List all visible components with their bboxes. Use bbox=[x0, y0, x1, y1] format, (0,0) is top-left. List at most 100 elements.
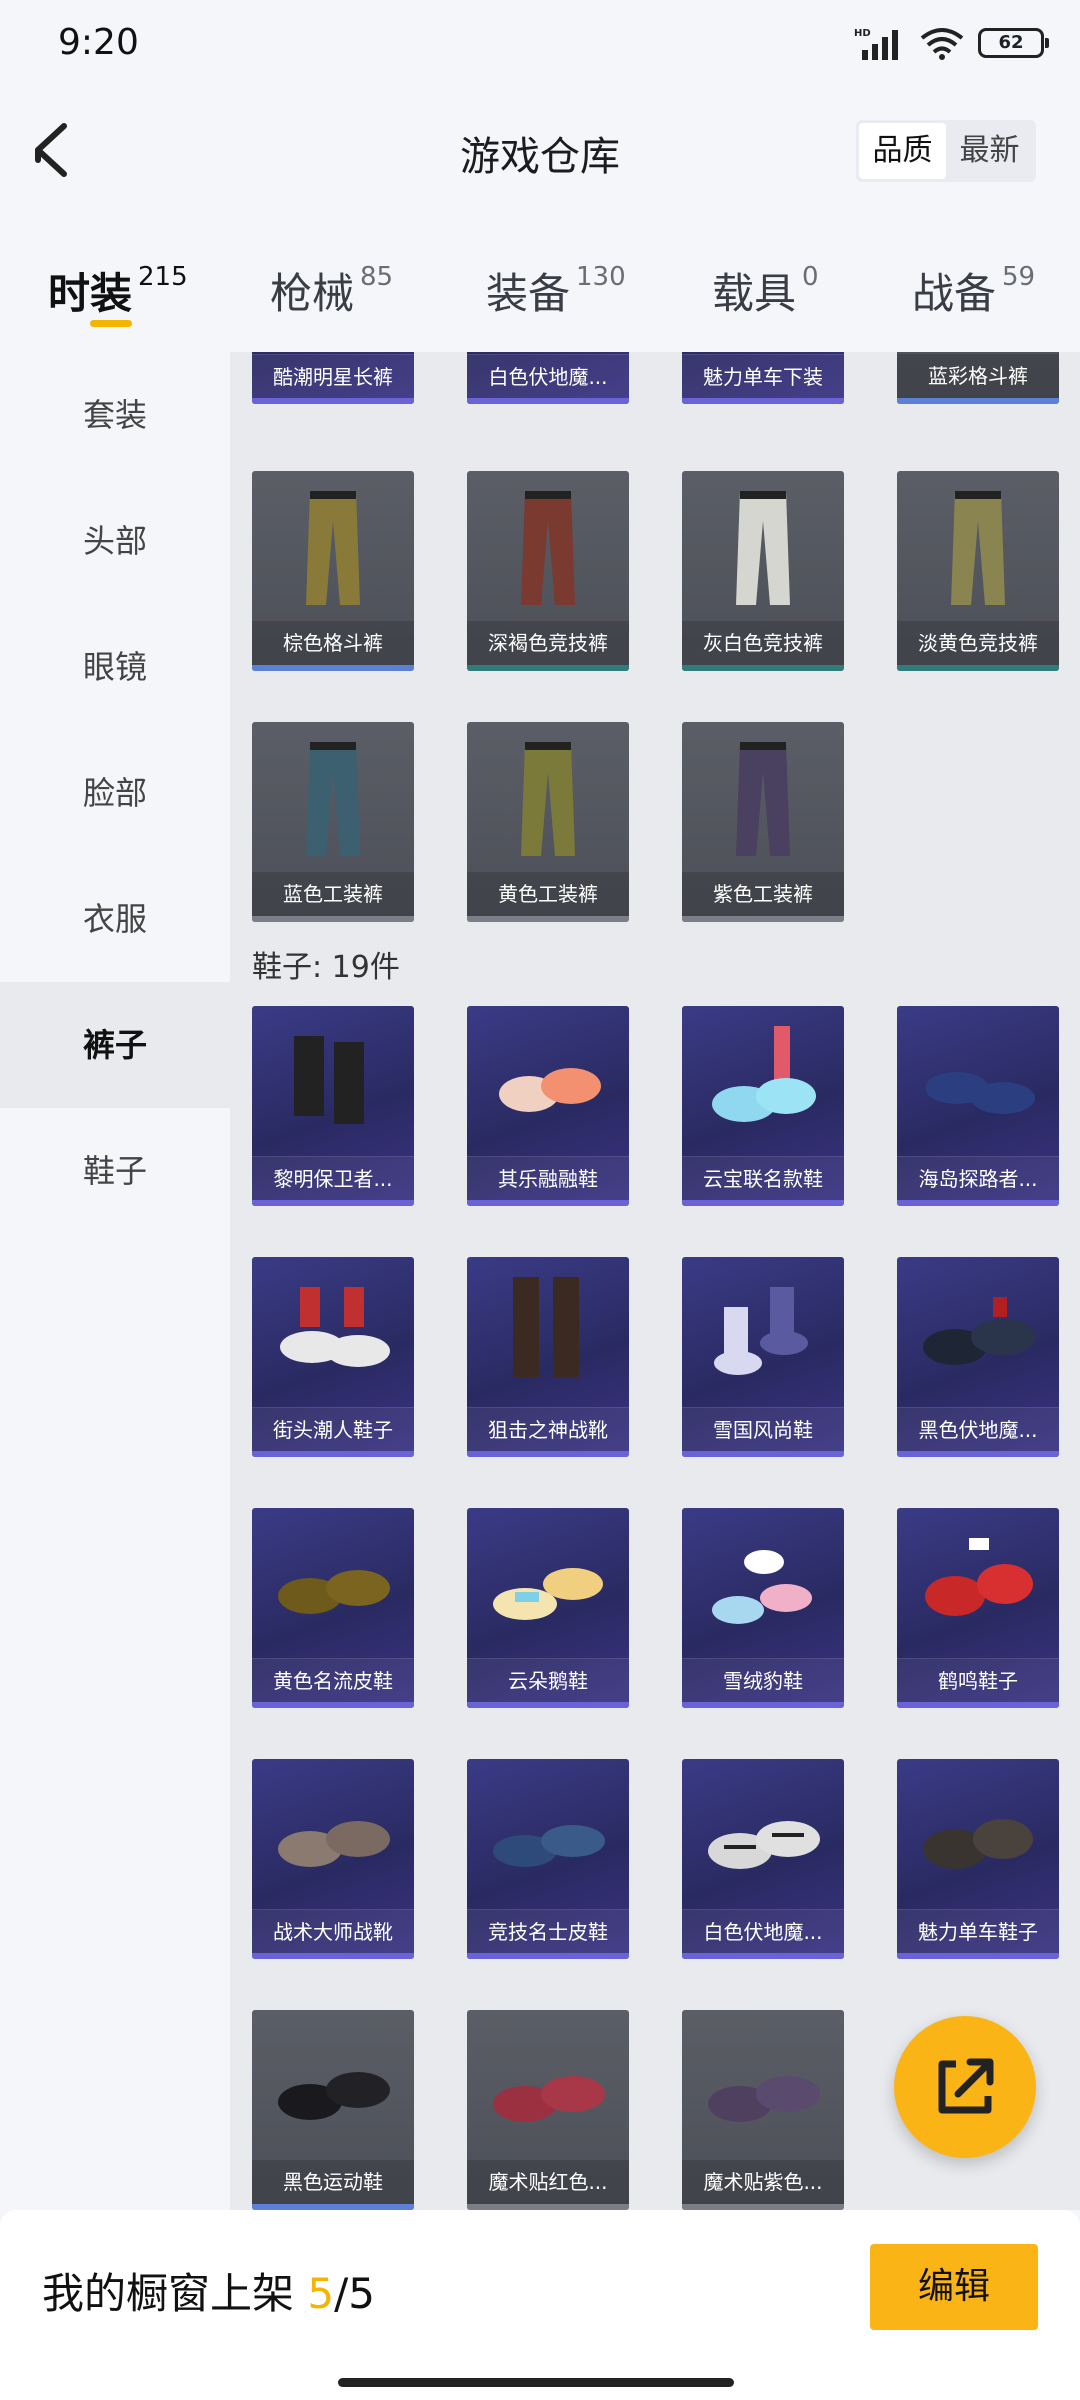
item-card[interactable]: 棕色格斗裤 bbox=[252, 471, 414, 671]
pants-image bbox=[521, 742, 575, 856]
item-card[interactable]: 其乐融融鞋 bbox=[467, 1006, 629, 1206]
item-name: 淡黄色竞技裤 bbox=[897, 621, 1059, 665]
shoe-image bbox=[493, 2076, 605, 2122]
item-card[interactable]: 云宝联名款鞋 bbox=[682, 1006, 844, 1206]
sidebar-item-pants[interactable]: 裤子 bbox=[0, 982, 230, 1108]
tab-count: 85 bbox=[360, 262, 394, 292]
rarity-bar bbox=[897, 1702, 1059, 1708]
item-card[interactable]: 白色伏地魔... bbox=[467, 352, 629, 404]
item-card[interactable]: 蓝色工装裤 bbox=[252, 722, 414, 922]
item-card[interactable]: 淡黄色竞技裤 bbox=[897, 471, 1059, 671]
item-name: 狙击之神战靴 bbox=[467, 1407, 629, 1451]
item-card[interactable]: 魅力单车鞋子 bbox=[897, 1759, 1059, 1959]
share-icon bbox=[938, 2058, 994, 2114]
pants-image bbox=[521, 491, 575, 605]
item-name: 竞技名士皮鞋 bbox=[467, 1909, 629, 1953]
item-card[interactable]: 魔术贴紫色... bbox=[682, 2010, 844, 2210]
item-card[interactable]: 雪国风尚鞋 bbox=[682, 1257, 844, 1457]
tab-count: 130 bbox=[576, 262, 626, 292]
sidebar-item-clothes[interactable]: 衣服 bbox=[0, 856, 230, 982]
rarity-bar bbox=[467, 916, 629, 922]
item-card[interactable]: 黄色名流皮鞋 bbox=[252, 1508, 414, 1708]
item-card[interactable]: 街头潮人鞋子 bbox=[252, 1257, 414, 1457]
item-card[interactable]: 黑色运动鞋 bbox=[252, 2010, 414, 2210]
item-card[interactable]: 魅力单车下装 bbox=[682, 352, 844, 404]
rarity-bar bbox=[467, 665, 629, 671]
rarity-bar bbox=[467, 398, 629, 404]
showcase-status: 我的橱窗上架 5/5 bbox=[42, 2260, 375, 2321]
tab-fashion[interactable]: 时装 215 bbox=[48, 260, 188, 321]
rarity-bar bbox=[252, 1200, 414, 1206]
item-card[interactable]: 白色伏地魔... bbox=[682, 1759, 844, 1959]
sidebar-item-face[interactable]: 脸部 bbox=[0, 730, 230, 856]
rarity-bar bbox=[897, 1200, 1059, 1206]
tab-count: 215 bbox=[138, 262, 188, 292]
item-name: 魔术贴红色... bbox=[467, 2160, 629, 2204]
rarity-bar bbox=[682, 1451, 844, 1457]
item-name: 酷潮明星长裤 bbox=[252, 354, 414, 398]
rarity-bar bbox=[897, 1953, 1059, 1959]
rarity-bar bbox=[682, 1200, 844, 1206]
rarity-bar bbox=[682, 1702, 844, 1708]
shoe-image bbox=[708, 2076, 820, 2122]
item-card[interactable]: 战术大师战靴 bbox=[252, 1759, 414, 1959]
network-label: HD bbox=[854, 28, 871, 39]
tab-label: 装备 bbox=[486, 269, 571, 318]
sidebar-item-glasses[interactable]: 眼镜 bbox=[0, 604, 230, 730]
shoe-image bbox=[708, 1821, 820, 1869]
item-card[interactable]: 魔术贴红色... bbox=[467, 2010, 629, 2210]
tab-battle-prep[interactable]: 战备 59 bbox=[912, 260, 1035, 321]
rarity-bar bbox=[682, 1953, 844, 1959]
category-tabs: 时装 215 枪械 85 装备 130 载具 0 战备 59 bbox=[0, 240, 1080, 350]
item-name: 雪绒豹鞋 bbox=[682, 1658, 844, 1702]
item-card[interactable]: 黎明保卫者... bbox=[252, 1006, 414, 1206]
sidebar-item-head[interactable]: 头部 bbox=[0, 478, 230, 604]
item-card[interactable]: 鹤鸣鞋子 bbox=[897, 1508, 1059, 1708]
item-card[interactable]: 酷潮明星长裤 bbox=[252, 352, 414, 404]
tab-guns[interactable]: 枪械 85 bbox=[270, 260, 393, 321]
rarity-bar bbox=[467, 1200, 629, 1206]
item-card[interactable]: 深褐色竞技裤 bbox=[467, 471, 629, 671]
item-card[interactable]: 灰白色竞技裤 bbox=[682, 471, 844, 671]
item-name: 云宝联名款鞋 bbox=[682, 1156, 844, 1200]
tab-equipment[interactable]: 装备 130 bbox=[486, 260, 626, 321]
shoe-image bbox=[923, 1819, 1033, 1869]
item-name: 蓝彩格斗裤 bbox=[897, 354, 1059, 398]
edit-button[interactable]: 编辑 bbox=[870, 2244, 1038, 2330]
item-card[interactable]: 竞技名士皮鞋 bbox=[467, 1759, 629, 1959]
home-indicator[interactable] bbox=[338, 2378, 734, 2387]
item-name: 黎明保卫者... bbox=[252, 1156, 414, 1200]
sidebar-item-suits[interactable]: 套装 bbox=[0, 352, 230, 478]
rarity-bar bbox=[252, 398, 414, 404]
rarity-bar bbox=[252, 1451, 414, 1457]
item-name: 黑色运动鞋 bbox=[252, 2160, 414, 2204]
share-fab-button[interactable] bbox=[894, 2016, 1036, 2158]
signal-icon: HD bbox=[854, 28, 898, 60]
item-card[interactable]: 海岛探路者... bbox=[897, 1006, 1059, 1206]
item-name: 其乐融融鞋 bbox=[467, 1156, 629, 1200]
rarity-bar bbox=[897, 398, 1059, 404]
rarity-bar bbox=[252, 1953, 414, 1959]
item-card[interactable]: 黄色工装裤 bbox=[467, 722, 629, 922]
item-name: 紫色工装裤 bbox=[682, 872, 844, 916]
item-card[interactable]: 蓝彩格斗裤 bbox=[897, 352, 1059, 404]
sort-quality-button[interactable]: 品质 bbox=[859, 123, 946, 179]
tab-vehicles[interactable]: 载具 0 bbox=[712, 260, 819, 321]
item-name: 黄色工装裤 bbox=[467, 872, 629, 916]
sidebar-item-shoes[interactable]: 鞋子 bbox=[0, 1108, 230, 1234]
item-card[interactable]: 紫色工装裤 bbox=[682, 722, 844, 922]
item-card[interactable]: 狙击之神战靴 bbox=[467, 1257, 629, 1457]
item-card[interactable]: 雪绒豹鞋 bbox=[682, 1508, 844, 1708]
item-name: 云朵鹅鞋 bbox=[467, 1658, 629, 1702]
rarity-bar bbox=[467, 1702, 629, 1708]
showcase-label: 我的橱窗上架 bbox=[42, 2269, 295, 2318]
tab-label: 枪械 bbox=[270, 269, 355, 318]
showcase-current: 5 bbox=[307, 2269, 335, 2318]
rarity-bar bbox=[682, 398, 844, 404]
item-name: 雪国风尚鞋 bbox=[682, 1407, 844, 1451]
item-card[interactable]: 云朵鹅鞋 bbox=[467, 1508, 629, 1708]
sort-newest-button[interactable]: 最新 bbox=[946, 123, 1033, 179]
item-card[interactable]: 黑色伏地魔... bbox=[897, 1257, 1059, 1457]
wifi-icon bbox=[920, 28, 964, 60]
tab-count: 59 bbox=[1002, 262, 1036, 292]
